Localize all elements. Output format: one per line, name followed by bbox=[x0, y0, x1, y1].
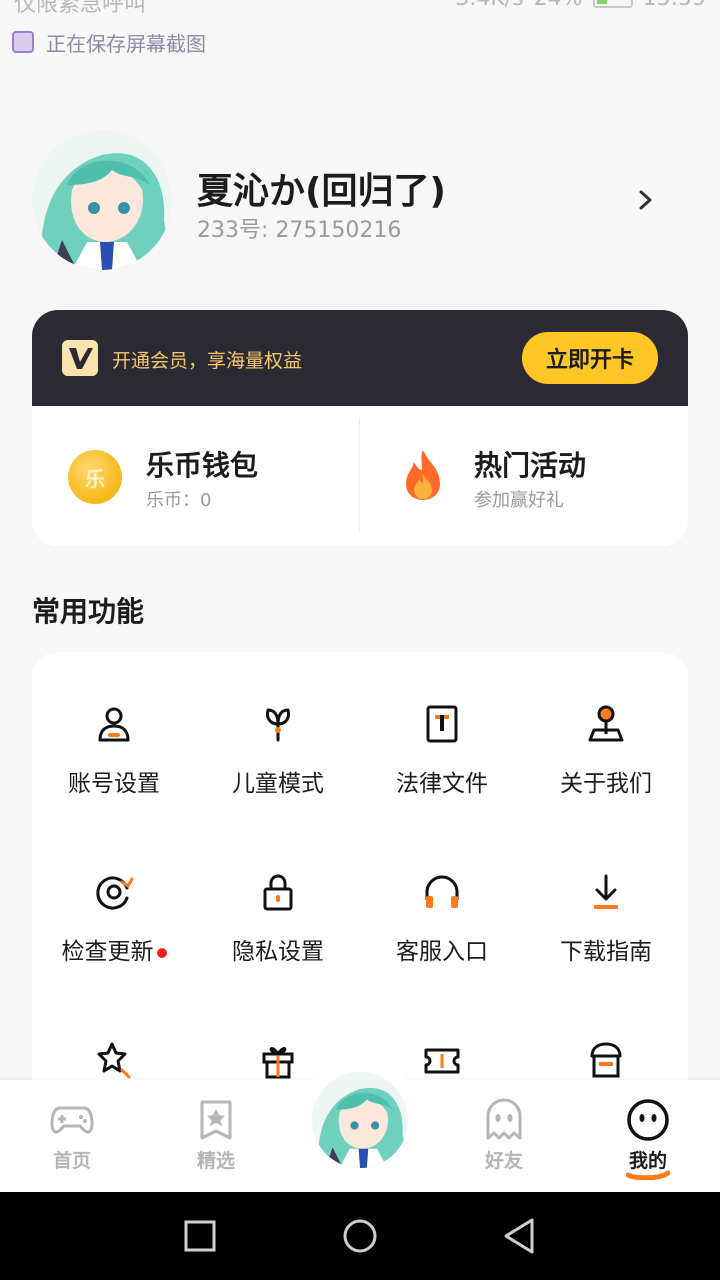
nav-item-home[interactable]: 首页 bbox=[0, 1080, 144, 1192]
nav-item-mine[interactable]: 我的 bbox=[576, 1080, 720, 1192]
chevron-right-icon[interactable] bbox=[636, 188, 656, 212]
function-privacy-settings[interactable]: 隐私设置 bbox=[196, 872, 360, 992]
headphones-icon bbox=[425, 875, 459, 908]
battery-icon bbox=[592, 0, 633, 8]
star-wand-icon bbox=[97, 1042, 131, 1079]
function-label: 账号设置 bbox=[68, 771, 160, 797]
network-speed: 3.4K/s bbox=[455, 0, 523, 11]
joystick-icon bbox=[588, 705, 624, 742]
vip-promo-text: 开通会员，享海量权益 bbox=[112, 350, 303, 372]
ticket-icon bbox=[424, 1048, 460, 1074]
coin-glyph: 乐 bbox=[85, 466, 105, 491]
battery-percent: 24% bbox=[534, 0, 583, 11]
download-icon bbox=[594, 874, 618, 909]
ghost-icon bbox=[486, 1098, 522, 1140]
wallet-balance: 乐币：0 bbox=[146, 490, 212, 511]
member-card: 开通会员，享海量权益 立即开卡 乐 乐币钱包 乐币：0 热门活动 参加赢好礼 bbox=[32, 310, 688, 546]
screenshot-icon bbox=[12, 31, 34, 53]
events-title: 热门活动 bbox=[474, 449, 587, 482]
update-badge bbox=[156, 947, 167, 958]
clock: 15:59 bbox=[643, 0, 706, 11]
function-check-update[interactable]: 检查更新 bbox=[32, 872, 196, 992]
active-underline bbox=[626, 1170, 670, 1180]
recents-icon[interactable] bbox=[178, 1214, 222, 1258]
function-label: 关于我们 bbox=[560, 771, 652, 797]
divider bbox=[359, 418, 360, 533]
profile-page: 仅限紧急呼叫 3.4K/s 24% 15:59 正在保存屏幕截图 夏沁か(回归了… bbox=[0, 0, 720, 1280]
function-label: 客服入口 bbox=[396, 939, 488, 965]
lock-icon bbox=[263, 874, 293, 911]
events-subtitle: 参加赢好礼 bbox=[474, 490, 564, 511]
store-icon bbox=[590, 1042, 622, 1078]
wallet-title: 乐币钱包 bbox=[146, 449, 259, 482]
functions-panel: 账号设置 儿童模式 法律文件 关于我们 检查更新 隐私设置 客服入口 下载指南 bbox=[32, 652, 688, 1112]
function-label: 隐私设置 bbox=[232, 939, 324, 965]
status-right: 3.4K/s 24% 15:59 bbox=[455, 0, 706, 11]
back-icon[interactable] bbox=[498, 1214, 542, 1258]
function-item-partial[interactable] bbox=[524, 1040, 688, 1080]
function-about-us[interactable]: 关于我们 bbox=[524, 704, 688, 824]
gamepad-icon bbox=[50, 1106, 94, 1134]
system-nav-bar bbox=[0, 1192, 720, 1280]
vip-logo-icon bbox=[62, 340, 98, 376]
nav-item-friends[interactable]: 好友 bbox=[432, 1080, 576, 1192]
star-bookmark-icon bbox=[200, 1100, 232, 1140]
carrier-text: 仅限紧急呼叫 bbox=[14, 0, 147, 17]
function-label: 检查更新 bbox=[32, 932, 196, 966]
user-icon bbox=[98, 707, 130, 742]
nav-label: 首页 bbox=[52, 1150, 91, 1172]
function-kids-mode[interactable]: 儿童模式 bbox=[196, 704, 360, 824]
avatar[interactable] bbox=[32, 130, 172, 270]
function-label: 儿童模式 bbox=[232, 771, 324, 797]
nickname: 夏沁か(回归了) bbox=[197, 171, 446, 212]
fire-icon bbox=[406, 450, 440, 500]
notification-text: 正在保存屏幕截图 bbox=[46, 31, 206, 55]
section-title: 常用功能 bbox=[32, 595, 145, 628]
gift-icon bbox=[262, 1047, 294, 1079]
function-item-partial[interactable] bbox=[32, 1040, 196, 1080]
function-label: 下载指南 bbox=[560, 939, 652, 965]
center-avatar-button[interactable] bbox=[312, 1072, 408, 1168]
function-customer-service[interactable]: 客服入口 bbox=[360, 872, 524, 992]
nav-label-active: 我的 bbox=[628, 1150, 667, 1172]
sprout-icon bbox=[266, 708, 290, 742]
user-id: 233号: 275150216 bbox=[197, 218, 402, 243]
function-account-settings[interactable]: 账号设置 bbox=[32, 704, 196, 824]
coin-icon: 乐 bbox=[68, 450, 122, 504]
smiley-icon bbox=[627, 1099, 669, 1141]
document-icon bbox=[426, 705, 458, 743]
home-icon[interactable] bbox=[338, 1214, 382, 1258]
function-label-text: 检查更新 bbox=[61, 939, 154, 965]
vip-banner[interactable]: 开通会员，享海量权益 立即开卡 bbox=[32, 310, 688, 406]
function-legal-docs[interactable]: 法律文件 bbox=[360, 704, 524, 824]
function-download-guide[interactable]: 下载指南 bbox=[524, 872, 688, 992]
status-bar: 仅限紧急呼叫 3.4K/s 24% 15:59 bbox=[0, 0, 720, 17]
nav-label: 精选 bbox=[196, 1150, 235, 1172]
screenshot-notification: 正在保存屏幕截图 bbox=[12, 30, 206, 54]
nav-label: 好友 bbox=[484, 1150, 523, 1172]
refresh-icon bbox=[96, 876, 134, 910]
open-membership-button[interactable]: 立即开卡 bbox=[522, 332, 658, 384]
nav-item-featured[interactable]: 精选 bbox=[144, 1080, 288, 1192]
function-label: 法律文件 bbox=[396, 771, 488, 797]
